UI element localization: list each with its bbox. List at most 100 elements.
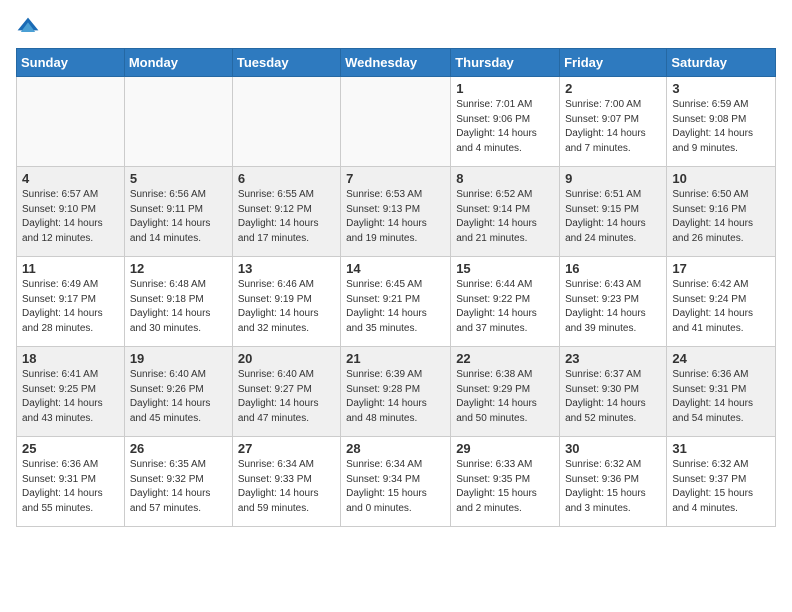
logo-icon	[16, 16, 40, 40]
calendar-cell: 24 Sunrise: 6:36 AM Sunset: 9:31 PM Dayli…	[667, 347, 776, 437]
day-number: 24	[672, 351, 770, 366]
calendar-cell: 3Sunrise: 6:59 AM Sunset: 9:08 PM Daylig…	[667, 77, 776, 167]
calendar-cell: 21 Sunrise: 6:39 AM Sunset: 9:28 PM Dayli…	[341, 347, 451, 437]
logo	[16, 16, 44, 40]
day-number: 26	[130, 441, 227, 456]
day-info: Sunrise: 6:46 AM Sunset: 9:19 PM Dayligh…	[238, 278, 335, 336]
day-info: Sunrise: 6:32 AM Sunset: 9:37 PM Dayligh…	[672, 458, 770, 516]
day-number: 25	[22, 441, 119, 456]
day-number: 12	[130, 261, 227, 276]
day-info: Sunrise: 6:57 AM Sunset: 9:10 PM Dayligh…	[22, 188, 119, 246]
day-info: Sunrise: 6:38 AM Sunset: 9:29 PM Dayligh…	[456, 368, 554, 426]
calendar-cell: 7Sunrise: 6:53 AM Sunset: 9:13 PM Daylig…	[341, 167, 451, 257]
header-wednesday: Wednesday	[341, 49, 451, 77]
page-header	[16, 16, 776, 40]
calendar-cell: 17 Sunrise: 6:42 AM Sunset: 9:24 PM Dayli…	[667, 257, 776, 347]
day-info: Sunrise: 6:52 AM Sunset: 9:14 PM Dayligh…	[456, 188, 554, 246]
calendar-cell: 5 Sunrise: 6:56 AM Sunset: 9:11 PM Daylig…	[124, 167, 232, 257]
day-info: Sunrise: 6:34 AM Sunset: 9:33 PM Dayligh…	[238, 458, 335, 516]
day-info: Sunrise: 6:44 AM Sunset: 9:22 PM Dayligh…	[456, 278, 554, 336]
calendar-week-row: 25 Sunrise: 6:36 AM Sunset: 9:31 PM Dayli…	[17, 437, 776, 527]
calendar-cell: 31 Sunrise: 6:32 AM Sunset: 9:37 PM Dayli…	[667, 437, 776, 527]
day-number: 22	[456, 351, 554, 366]
day-info: Sunrise: 6:36 AM Sunset: 9:31 PM Dayligh…	[672, 368, 770, 426]
header-thursday: Thursday	[451, 49, 560, 77]
header-saturday: Saturday	[667, 49, 776, 77]
calendar-cell: 23 Sunrise: 6:37 AM Sunset: 9:30 PM Dayli…	[560, 347, 667, 437]
day-number: 5	[130, 171, 227, 186]
calendar-cell: 11 Sunrise: 6:49 AM Sunset: 9:17 PM Dayli…	[17, 257, 125, 347]
day-number: 21	[346, 351, 445, 366]
day-info: Sunrise: 6:35 AM Sunset: 9:32 PM Dayligh…	[130, 458, 227, 516]
calendar-cell: 12 Sunrise: 6:48 AM Sunset: 9:18 PM Dayli…	[124, 257, 232, 347]
calendar-cell	[17, 77, 125, 167]
calendar-cell: 27 Sunrise: 6:34 AM Sunset: 9:33 PM Dayli…	[232, 437, 340, 527]
day-number: 13	[238, 261, 335, 276]
calendar-cell: 14 Sunrise: 6:45 AM Sunset: 9:21 PM Dayli…	[341, 257, 451, 347]
calendar-cell: 16 Sunrise: 6:43 AM Sunset: 9:23 PM Dayli…	[560, 257, 667, 347]
day-number: 16	[565, 261, 661, 276]
calendar-cell: 13 Sunrise: 6:46 AM Sunset: 9:19 PM Dayli…	[232, 257, 340, 347]
calendar-cell: 28 Sunrise: 6:34 AM Sunset: 9:34 PM Dayli…	[341, 437, 451, 527]
calendar-cell: 2 Sunrise: 7:00 AM Sunset: 9:07 PM Daylig…	[560, 77, 667, 167]
day-number: 9	[565, 171, 661, 186]
header-tuesday: Tuesday	[232, 49, 340, 77]
calendar-cell: 22 Sunrise: 6:38 AM Sunset: 9:29 PM Dayli…	[451, 347, 560, 437]
day-info: Sunrise: 6:37 AM Sunset: 9:30 PM Dayligh…	[565, 368, 661, 426]
calendar-week-row: 1Sunrise: 7:01 AM Sunset: 9:06 PM Daylig…	[17, 77, 776, 167]
day-info: Sunrise: 6:43 AM Sunset: 9:23 PM Dayligh…	[565, 278, 661, 336]
day-info: Sunrise: 6:40 AM Sunset: 9:26 PM Dayligh…	[130, 368, 227, 426]
calendar-week-row: 4 Sunrise: 6:57 AM Sunset: 9:10 PM Daylig…	[17, 167, 776, 257]
day-number: 28	[346, 441, 445, 456]
calendar-week-row: 18 Sunrise: 6:41 AM Sunset: 9:25 PM Dayli…	[17, 347, 776, 437]
day-number: 30	[565, 441, 661, 456]
calendar-cell: 29 Sunrise: 6:33 AM Sunset: 9:35 PM Dayli…	[451, 437, 560, 527]
day-info: Sunrise: 6:39 AM Sunset: 9:28 PM Dayligh…	[346, 368, 445, 426]
day-number: 14	[346, 261, 445, 276]
calendar-cell: 19 Sunrise: 6:40 AM Sunset: 9:26 PM Dayli…	[124, 347, 232, 437]
calendar-cell: 15 Sunrise: 6:44 AM Sunset: 9:22 PM Dayli…	[451, 257, 560, 347]
day-number: 29	[456, 441, 554, 456]
day-info: Sunrise: 6:56 AM Sunset: 9:11 PM Dayligh…	[130, 188, 227, 246]
day-info: Sunrise: 6:50 AM Sunset: 9:16 PM Dayligh…	[672, 188, 770, 246]
day-info: Sunrise: 6:51 AM Sunset: 9:15 PM Dayligh…	[565, 188, 661, 246]
day-number: 18	[22, 351, 119, 366]
calendar-header-row: SundayMondayTuesdayWednesdayThursdayFrid…	[17, 49, 776, 77]
day-info: Sunrise: 6:49 AM Sunset: 9:17 PM Dayligh…	[22, 278, 119, 336]
day-number: 23	[565, 351, 661, 366]
day-number: 17	[672, 261, 770, 276]
day-number: 31	[672, 441, 770, 456]
day-number: 19	[130, 351, 227, 366]
day-info: Sunrise: 6:33 AM Sunset: 9:35 PM Dayligh…	[456, 458, 554, 516]
day-info: Sunrise: 7:00 AM Sunset: 9:07 PM Dayligh…	[565, 98, 661, 156]
calendar-cell: 26 Sunrise: 6:35 AM Sunset: 9:32 PM Dayli…	[124, 437, 232, 527]
day-number: 11	[22, 261, 119, 276]
calendar-cell: 1Sunrise: 7:01 AM Sunset: 9:06 PM Daylig…	[451, 77, 560, 167]
day-number: 3	[672, 81, 770, 96]
calendar-cell	[232, 77, 340, 167]
day-number: 1	[456, 81, 554, 96]
calendar-cell: 6Sunrise: 6:55 AM Sunset: 9:12 PM Daylig…	[232, 167, 340, 257]
day-number: 6	[238, 171, 335, 186]
day-info: Sunrise: 6:41 AM Sunset: 9:25 PM Dayligh…	[22, 368, 119, 426]
day-number: 2	[565, 81, 661, 96]
calendar-cell: 8 Sunrise: 6:52 AM Sunset: 9:14 PM Daylig…	[451, 167, 560, 257]
calendar-cell	[341, 77, 451, 167]
day-number: 7	[346, 171, 445, 186]
day-number: 10	[672, 171, 770, 186]
day-info: Sunrise: 6:42 AM Sunset: 9:24 PM Dayligh…	[672, 278, 770, 336]
header-sunday: Sunday	[17, 49, 125, 77]
day-number: 20	[238, 351, 335, 366]
calendar-cell: 18 Sunrise: 6:41 AM Sunset: 9:25 PM Dayli…	[17, 347, 125, 437]
day-number: 8	[456, 171, 554, 186]
day-info: Sunrise: 6:40 AM Sunset: 9:27 PM Dayligh…	[238, 368, 335, 426]
day-info: Sunrise: 6:45 AM Sunset: 9:21 PM Dayligh…	[346, 278, 445, 336]
day-number: 15	[456, 261, 554, 276]
day-number: 4	[22, 171, 119, 186]
day-info: Sunrise: 6:48 AM Sunset: 9:18 PM Dayligh…	[130, 278, 227, 336]
calendar-week-row: 11 Sunrise: 6:49 AM Sunset: 9:17 PM Dayli…	[17, 257, 776, 347]
day-number: 27	[238, 441, 335, 456]
calendar-table: SundayMondayTuesdayWednesdayThursdayFrid…	[16, 48, 776, 527]
day-info: Sunrise: 6:36 AM Sunset: 9:31 PM Dayligh…	[22, 458, 119, 516]
day-info: Sunrise: 6:34 AM Sunset: 9:34 PM Dayligh…	[346, 458, 445, 516]
